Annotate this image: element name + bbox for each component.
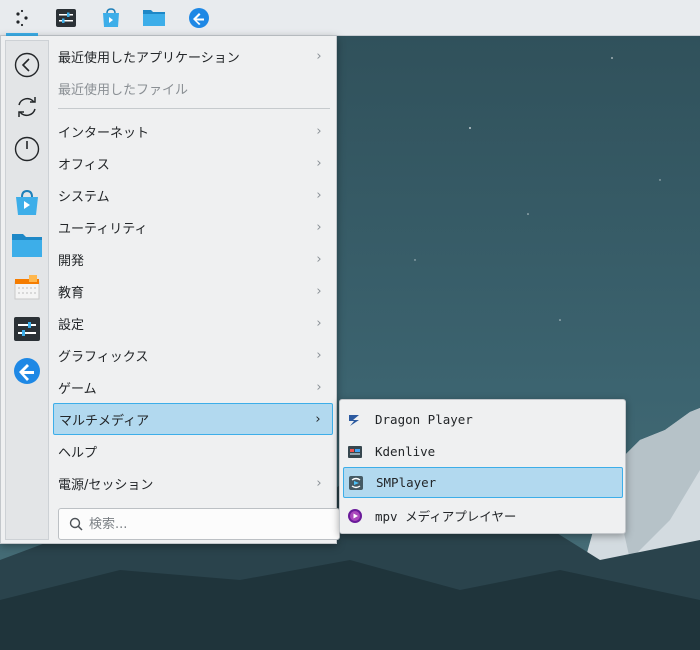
category-label: 開発 — [58, 253, 85, 269]
chevron-right-icon: › — [316, 315, 322, 331]
search-box[interactable] — [58, 508, 340, 540]
sidebar-refresh-button[interactable] — [6, 87, 48, 127]
category-power-session[interactable]: 電源/セッション › — [53, 467, 333, 499]
category-settings[interactable]: 設定 › — [53, 307, 333, 339]
application-menu: 最近使用したアプリケーション › 最近使用したファイル インターネット › オフィス › シス… — [0, 36, 340, 544]
category-multimedia[interactable]: マルチメディア › — [53, 403, 333, 435]
chevron-right-icon: › — [316, 187, 322, 203]
browser-icon — [189, 8, 209, 28]
category-label: 電源/セッション — [58, 477, 154, 493]
app-label: Dragon Player — [375, 412, 473, 427]
chevron-right-icon: › — [316, 251, 322, 267]
app-label: Kdenlive — [375, 444, 436, 459]
category-graphics[interactable]: グラフィックス › — [53, 339, 333, 371]
category-education[interactable]: 教育 › — [53, 275, 333, 307]
chevron-right-icon: › — [316, 283, 322, 299]
category-label: 教育 — [58, 285, 85, 301]
package-installer-icon — [14, 275, 40, 300]
category-label: ヘルプ — [58, 445, 98, 461]
chevron-right-icon: › — [316, 475, 322, 491]
mpv-icon — [347, 508, 363, 524]
power-icon — [14, 136, 40, 162]
refresh-icon — [18, 97, 36, 117]
back-arrow-icon — [14, 52, 40, 78]
settings-sliders-icon — [14, 317, 40, 341]
category-label: オフィス — [58, 157, 110, 173]
category-label: ユーティリティ — [58, 221, 148, 237]
app-item-kdenlive[interactable]: Kdenlive — [343, 436, 623, 467]
app-label: mpv メディアプレイヤー — [375, 509, 517, 524]
panel-system-settings[interactable] — [47, 0, 85, 36]
chevron-right-icon: › — [316, 123, 322, 139]
category-help[interactable]: ヘルプ — [53, 435, 333, 467]
category-label: グラフィックス — [58, 349, 149, 365]
category-label: ゲーム — [58, 381, 97, 397]
sidebar-package-installer[interactable] — [6, 267, 48, 307]
sidebar-web-browser[interactable] — [6, 351, 48, 391]
dragon-player-icon — [347, 412, 363, 428]
chevron-right-icon: › — [316, 48, 322, 64]
sidebar-back-button[interactable] — [6, 45, 48, 85]
panel-file-manager[interactable] — [135, 0, 173, 36]
category-label: インターネット — [58, 125, 150, 141]
category-utilities[interactable]: ユーティリティ › — [53, 211, 333, 243]
app-item-mpv[interactable]: mpv メディアプレイヤー — [343, 500, 623, 531]
app-item-dragon-player[interactable]: Dragon Player — [343, 404, 623, 435]
chevron-right-icon: › — [316, 379, 322, 395]
category-internet[interactable]: インターネット › — [53, 115, 333, 147]
sidebar-software-store[interactable] — [6, 183, 48, 223]
category-label: システム — [58, 189, 110, 205]
category-label: 設定 — [58, 317, 85, 333]
category-office[interactable]: オフィス › — [53, 147, 333, 179]
kdenlive-icon — [347, 444, 363, 460]
settings-sliders-icon — [56, 9, 76, 27]
category-recent-files: 最近使用したファイル — [53, 72, 333, 104]
category-label: 最近使用したアプリケーション — [58, 50, 240, 66]
favorites-sidebar — [5, 40, 49, 540]
browser-icon — [14, 358, 40, 384]
panel-software-store[interactable] — [92, 0, 130, 36]
category-games[interactable]: ゲーム › — [53, 371, 333, 403]
software-store-icon — [16, 189, 38, 215]
folder-icon — [12, 234, 42, 257]
category-development[interactable]: 開発 › — [53, 243, 333, 275]
app-label: SMPlayer — [376, 475, 437, 490]
search-input[interactable] — [89, 516, 319, 532]
sidebar-power-button[interactable] — [6, 129, 48, 169]
app-launcher-icon — [16, 9, 28, 27]
top-panel — [0, 0, 700, 36]
category-label: マルチメディア — [59, 413, 150, 429]
software-store-icon — [103, 8, 119, 27]
application-launcher-button[interactable] — [3, 0, 41, 36]
app-item-smplayer[interactable]: SMPlayer — [343, 467, 623, 498]
chevron-right-icon: › — [316, 155, 322, 171]
chevron-right-icon: › — [315, 411, 321, 427]
sidebar-file-manager[interactable] — [6, 225, 48, 265]
menu-separator — [58, 108, 330, 109]
smplayer-icon — [348, 475, 364, 491]
sidebar-system-settings[interactable] — [6, 309, 48, 349]
category-system[interactable]: システム › — [53, 179, 333, 211]
panel-web-browser[interactable] — [180, 0, 218, 36]
search-icon — [69, 517, 83, 531]
chevron-right-icon: › — [316, 219, 322, 235]
category-recent-apps[interactable]: 最近使用したアプリケーション › — [53, 40, 333, 72]
file-manager-folder-icon — [143, 10, 165, 26]
category-label: 最近使用したファイル — [58, 82, 189, 98]
chevron-right-icon: › — [316, 347, 322, 363]
multimedia-submenu: Dragon Player Kdenlive SMPlayer mpv メディア… — [339, 399, 626, 534]
